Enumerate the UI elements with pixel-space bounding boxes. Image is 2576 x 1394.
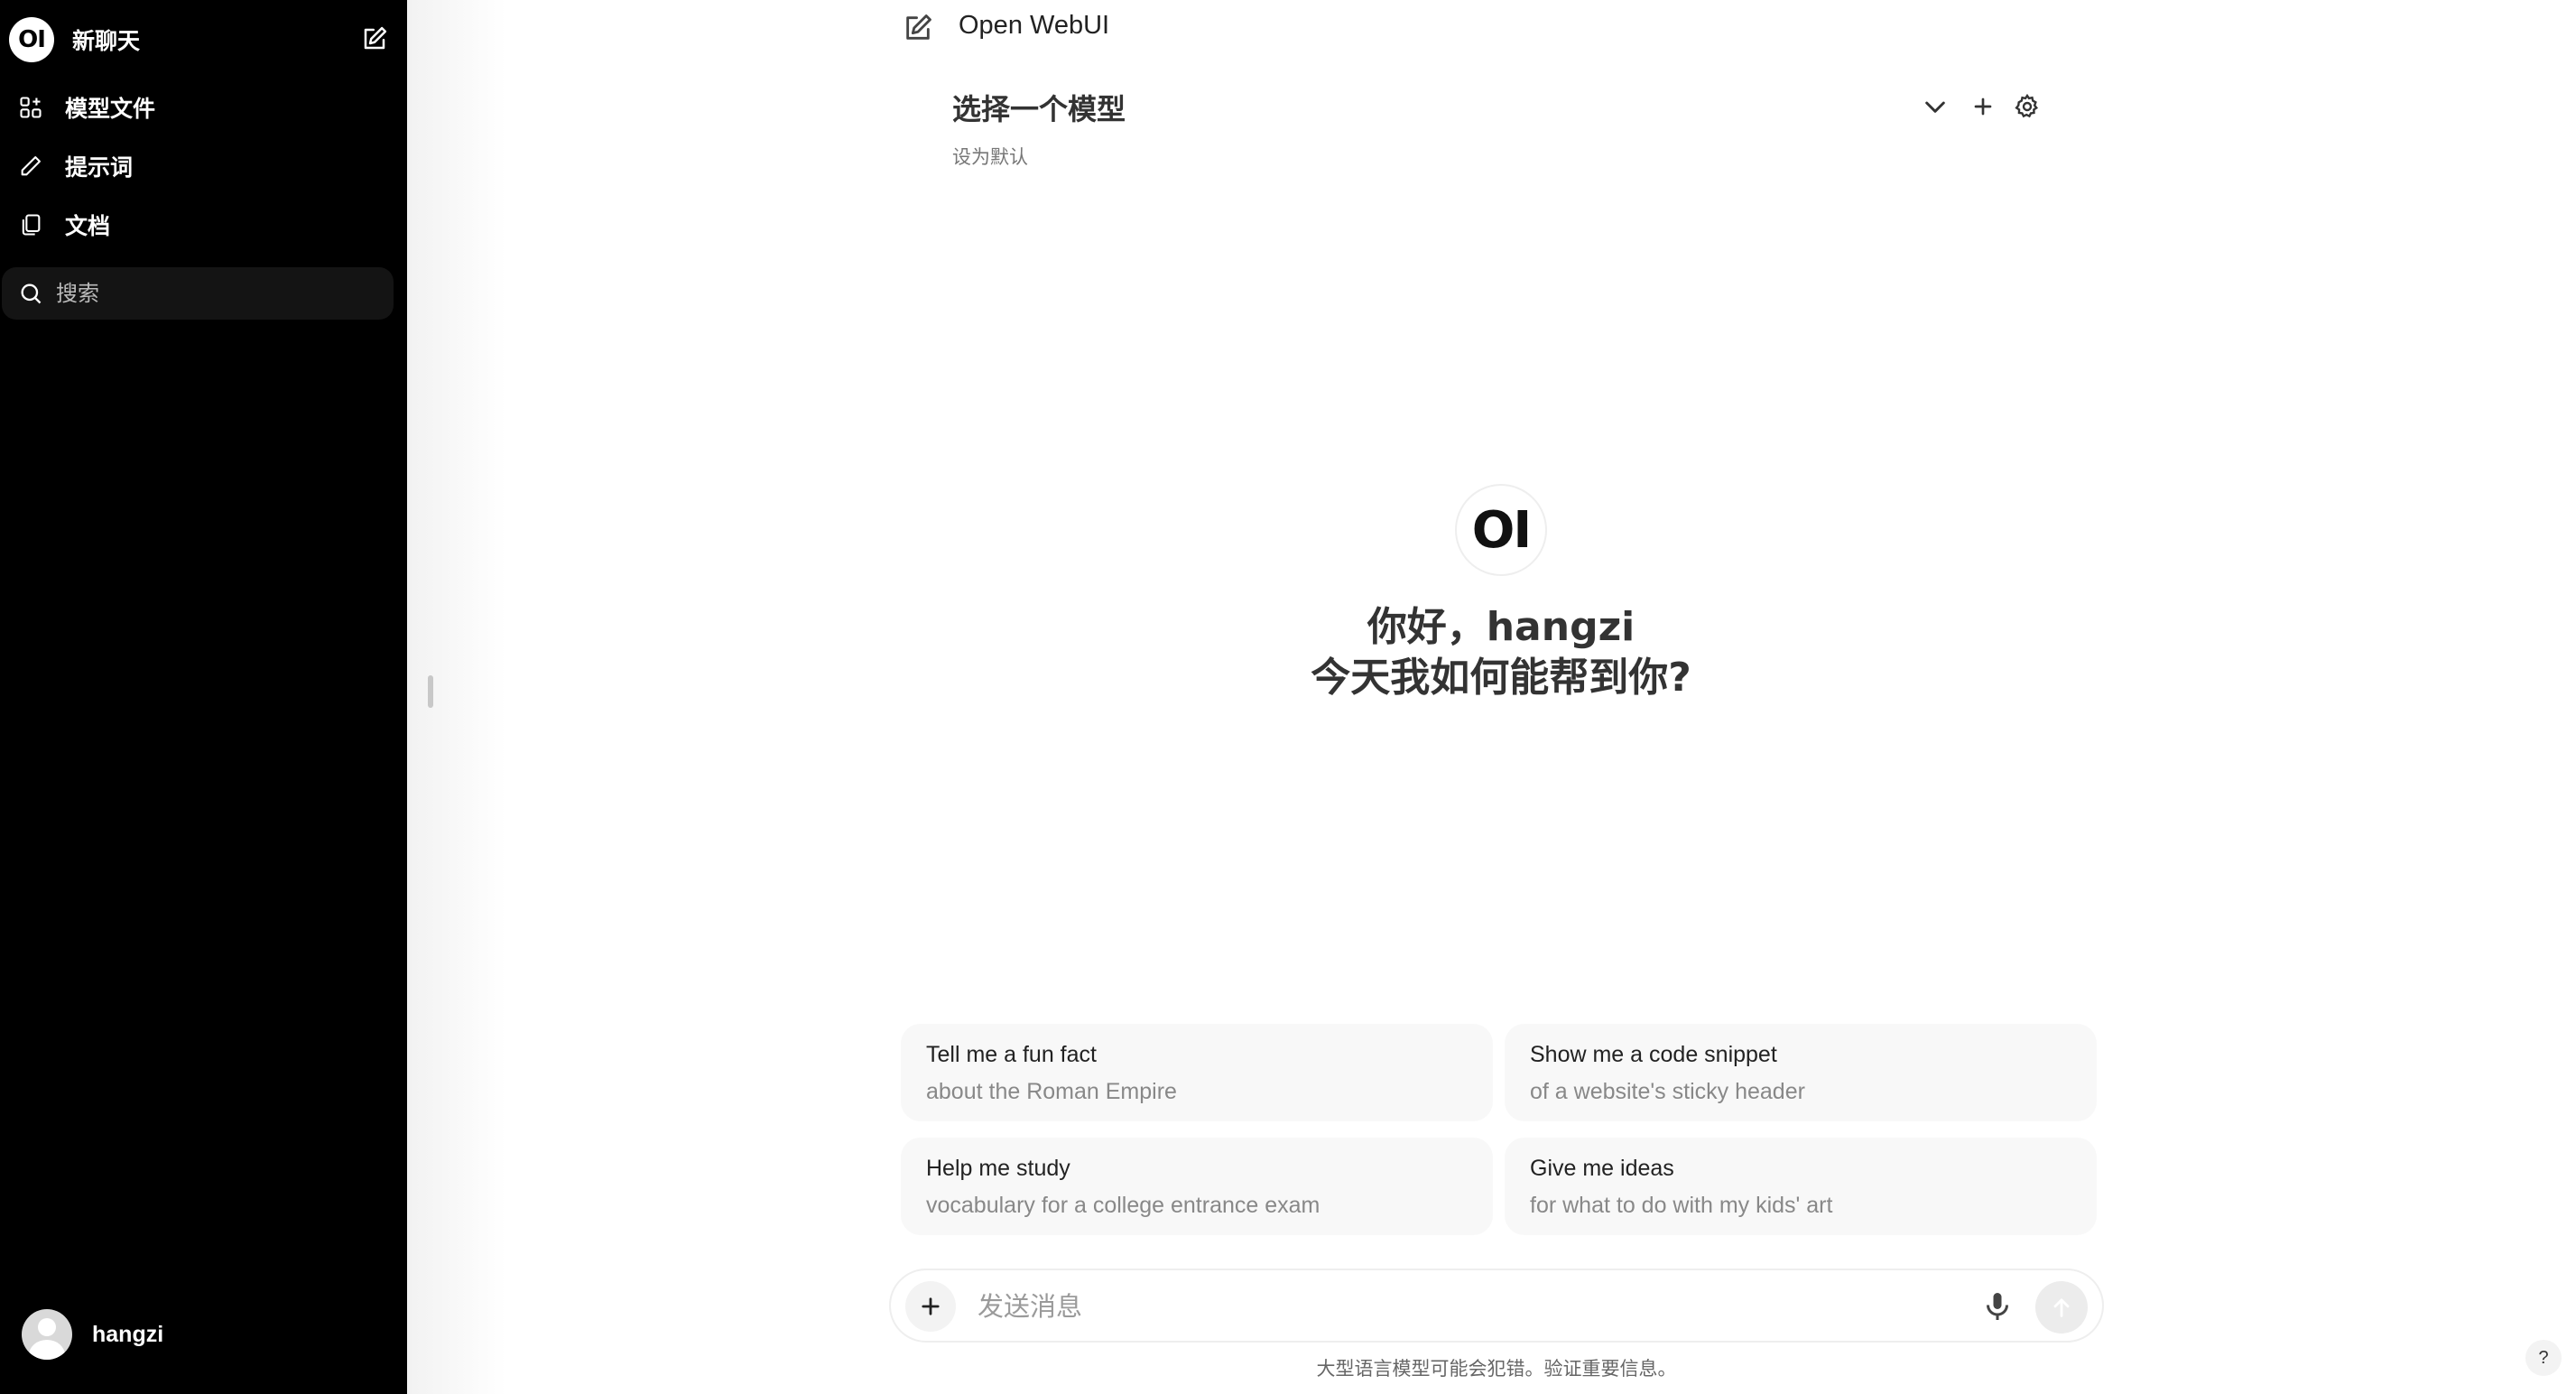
gear-icon[interactable] xyxy=(2013,92,2042,121)
center-logo: OI xyxy=(1455,484,1547,576)
documents-icon xyxy=(22,214,41,236)
suggestion-card[interactable]: Help me study vocabulary for a college e… xyxy=(901,1138,1493,1235)
help-button[interactable]: ? xyxy=(2525,1340,2562,1376)
microphone-icon[interactable] xyxy=(1981,1290,2014,1323)
add-model-icon[interactable] xyxy=(1969,92,1997,121)
message-input[interactable] xyxy=(978,1287,1880,1326)
sidebar-item-label: 提示词 xyxy=(65,154,134,181)
sidebar-resize-handle[interactable] xyxy=(428,675,433,708)
model-selector[interactable]: 选择一个模型 xyxy=(952,87,1126,128)
new-chat-edit-icon[interactable] xyxy=(361,25,388,52)
avatar[interactable] xyxy=(22,1309,72,1360)
sidebar-item-label: 模型文件 xyxy=(65,96,156,122)
user-name: hangzi xyxy=(92,1321,164,1347)
new-chat-icon[interactable] xyxy=(903,13,933,43)
chevron-down-icon[interactable] xyxy=(1921,92,1950,121)
suggestion-card[interactable]: Give me ideas for what to do with my kid… xyxy=(1505,1138,2097,1235)
new-chat-label[interactable]: 新聊天 xyxy=(72,23,140,56)
suggestion-title: Help me study xyxy=(926,1156,1070,1181)
attach-button[interactable] xyxy=(905,1281,956,1332)
suggestion-title: Tell me a fun fact xyxy=(926,1042,1097,1067)
sidebar-item-documents[interactable]: 文档 xyxy=(18,204,379,246)
message-composer xyxy=(889,1269,2104,1343)
sidebar-item-label: 文档 xyxy=(65,213,111,239)
suggestion-subtitle: of a website's sticky header xyxy=(1530,1079,1805,1104)
sidebar: OI 新聊天 模型文件 提示词 文档 hangzi xyxy=(0,0,407,1394)
new-chat-row[interactable]: OI 新聊天 xyxy=(9,14,388,65)
set-default-link[interactable]: 设为默认 xyxy=(952,143,1028,170)
app-title: Open WebUI xyxy=(959,11,1110,40)
sidebar-search[interactable] xyxy=(2,267,394,320)
arrow-up-icon xyxy=(2053,1298,2070,1317)
send-button[interactable] xyxy=(2035,1281,2088,1334)
suggestion-title: Show me a code snippet xyxy=(1530,1042,1777,1067)
suggestion-title: Give me ideas xyxy=(1530,1156,1674,1181)
plus-icon xyxy=(922,1297,940,1315)
suggestion-subtitle: vocabulary for a college entrance exam xyxy=(926,1193,1320,1218)
pencil-icon xyxy=(21,156,41,176)
disclaimer-text: 大型语言模型可能会犯错。验证重要信息。 xyxy=(1316,1358,1677,1380)
suggestion-card[interactable]: Tell me a fun fact about the Roman Empir… xyxy=(901,1024,1493,1121)
app-logo: OI xyxy=(9,17,54,62)
grid-plus-icon xyxy=(20,97,42,118)
search-icon xyxy=(21,283,42,304)
suggestion-card[interactable]: Show me a code snippet of a website's st… xyxy=(1505,1024,2097,1121)
sidebar-shadow xyxy=(407,0,506,1394)
user-menu[interactable]: hangzi xyxy=(22,1309,163,1360)
greeting-line2: 今天我如何能帮到你? xyxy=(1311,655,1691,701)
sidebar-item-modelfiles[interactable]: 模型文件 xyxy=(18,87,379,128)
suggestion-subtitle: about the Roman Empire xyxy=(926,1079,1177,1104)
greeting-line1: 你好，hangzi xyxy=(1367,604,1635,650)
sidebar-item-prompts[interactable]: 提示词 xyxy=(18,145,379,187)
suggestion-subtitle: for what to do with my kids' art xyxy=(1530,1193,1833,1218)
search-input[interactable] xyxy=(56,281,381,306)
